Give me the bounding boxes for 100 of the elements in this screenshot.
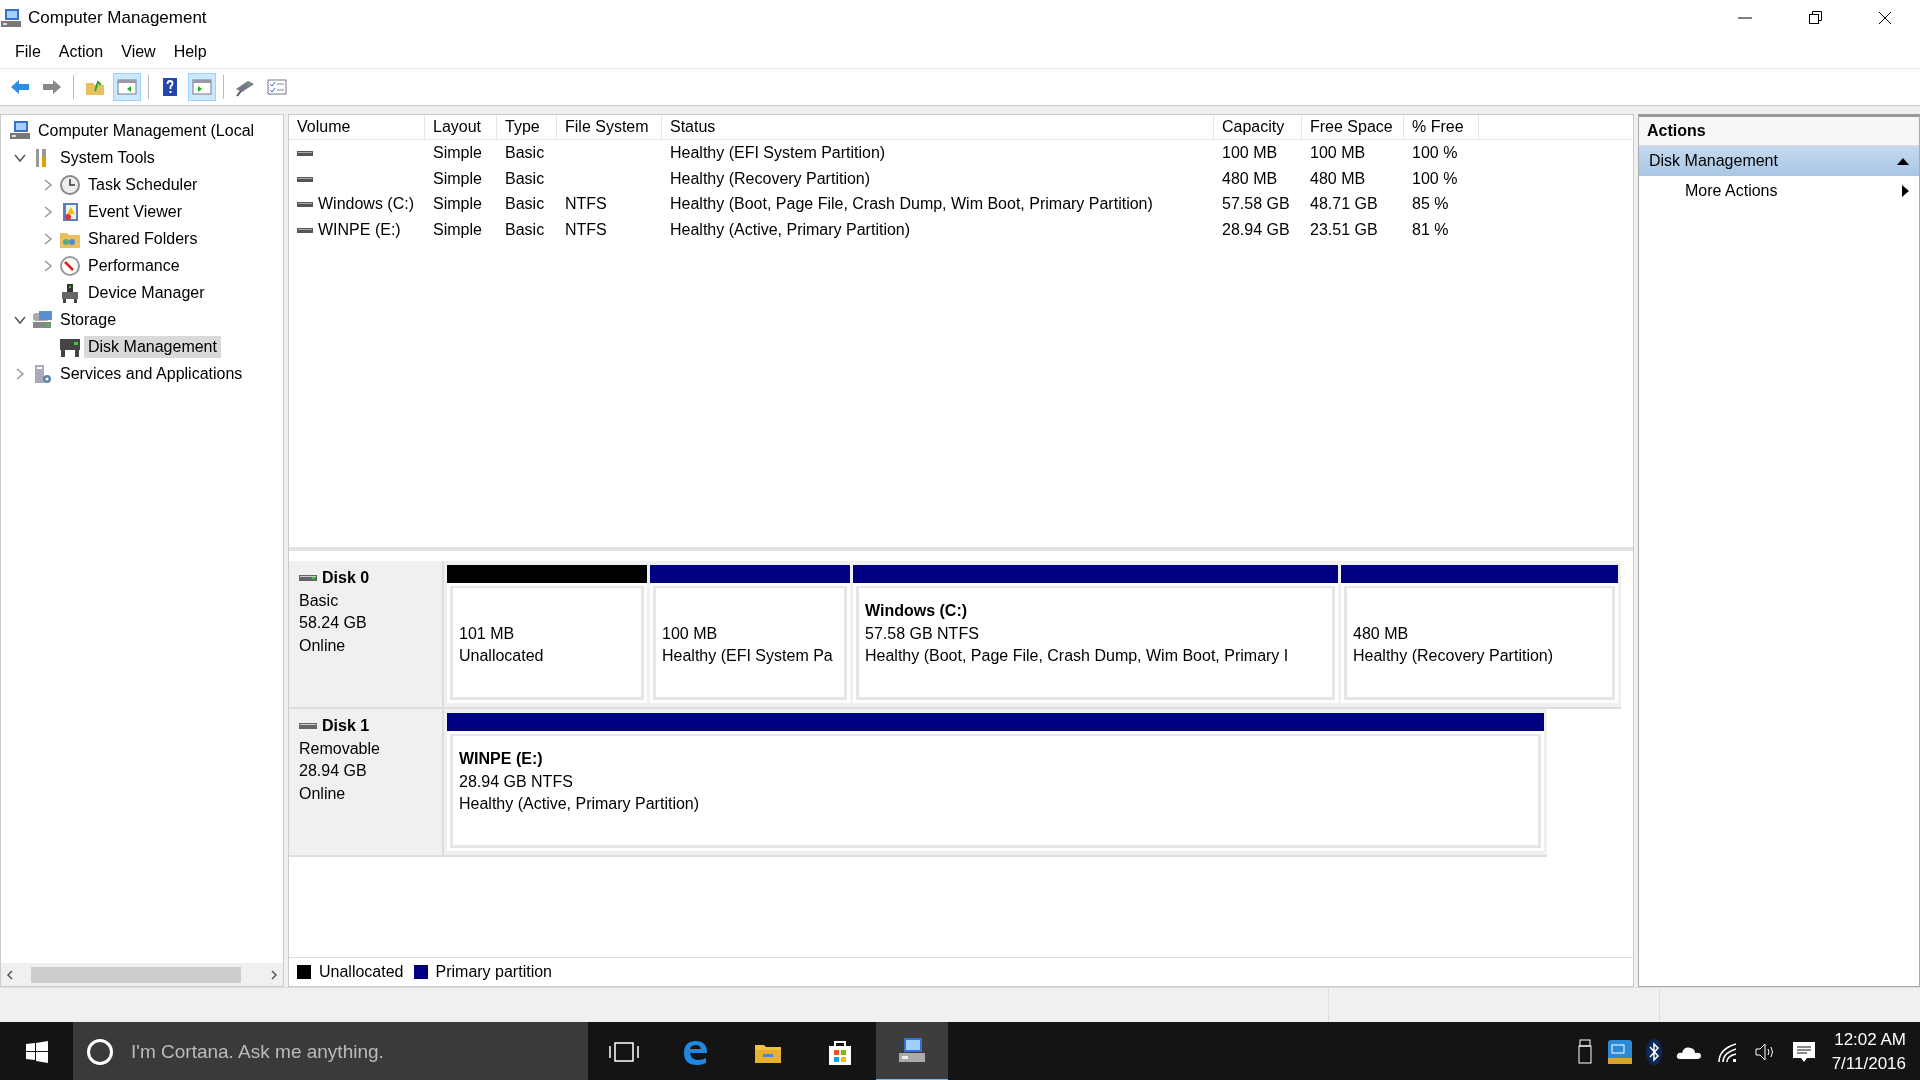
folder-up-icon xyxy=(85,77,105,97)
tree-item[interactable]: System Tools xyxy=(56,146,159,169)
table-cell: Basic xyxy=(505,143,545,162)
table-cell: Windows (C:) xyxy=(318,195,414,214)
tree-item[interactable]: Storage xyxy=(56,308,121,331)
search-field[interactable]: I'm Cortana. Ask me anything. xyxy=(129,1040,553,1064)
table-cell: 48.71 GB xyxy=(1310,195,1378,214)
table-cell: Healthy (Boot, Page File, Crash Dump, Wim Boot, Primary Partition) xyxy=(670,195,1153,214)
section-label: Disk Management xyxy=(1649,152,1778,170)
expand-chevron-icon[interactable] xyxy=(42,178,54,191)
partition-size: 100 MB xyxy=(662,623,719,644)
tree-item[interactable]: Event Viewer xyxy=(84,200,186,223)
expand-chevron-icon[interactable] xyxy=(42,259,54,272)
scroll-left-icon[interactable] xyxy=(5,970,15,980)
forward-arrow-icon xyxy=(42,77,62,97)
disk-type: Removable xyxy=(299,738,381,759)
partition-size: 57.58 GB NTFS xyxy=(865,623,980,644)
tree-item[interactable]: Shared Folders xyxy=(84,227,202,250)
cortana-circle-icon xyxy=(85,1037,115,1067)
table-cell: Simple xyxy=(433,220,482,239)
table-cell: NTFS xyxy=(565,195,607,214)
horizontal-scrollbar[interactable] xyxy=(1,963,283,986)
expand-chevron-icon[interactable] xyxy=(14,367,26,380)
actions-title: Actions xyxy=(1639,117,1919,146)
table-cell: WINPE (E:) xyxy=(318,220,401,239)
clock-date[interactable]: 7/11/2016 xyxy=(1831,1052,1906,1076)
checklist-icon xyxy=(267,77,287,97)
tree-item[interactable]: Computer Management (Local xyxy=(34,119,259,142)
notifications-icon[interactable] xyxy=(1791,1040,1816,1064)
table-cell: 57.58 GB xyxy=(1222,195,1290,214)
menu-item[interactable]: Action xyxy=(49,39,113,65)
table-cell: 23.51 GB xyxy=(1310,220,1378,239)
disk-status: Online xyxy=(299,783,347,804)
action-label: More Actions xyxy=(1685,182,1778,200)
action-item[interactable]: More Actions xyxy=(1639,176,1919,206)
collapse-triangle-icon[interactable] xyxy=(1897,157,1909,165)
partition-size: 28.94 GB NTFS xyxy=(459,771,574,792)
tree-item[interactable]: Device Manager xyxy=(84,281,209,304)
column-header[interactable]: File System xyxy=(557,115,662,139)
partition[interactable]: WINPE (E:) 28.94 GB NTFS Healthy (Active, Primary Partition) xyxy=(447,713,1544,851)
table-cell: Healthy (Recovery Partition) xyxy=(670,169,871,188)
table-cell: 100 % xyxy=(1412,169,1458,188)
tree-item[interactable]: Disk Management xyxy=(84,335,221,358)
cortana-search-bar[interactable]: I'm Cortana. Ask me anything. xyxy=(73,1022,588,1080)
column-header[interactable]: % Free xyxy=(1404,115,1479,139)
tree-item[interactable]: Performance xyxy=(84,254,184,277)
table-cell: Simple xyxy=(433,143,482,162)
tree-item[interactable]: Services and Applications xyxy=(56,362,247,385)
gauge-icon xyxy=(59,254,81,277)
table-cell: Healthy (EFI System Partition) xyxy=(670,143,886,162)
bluetooth-icon[interactable] xyxy=(1645,1039,1662,1065)
taskbar-app-button[interactable] xyxy=(876,1022,948,1080)
expand-chevron-icon[interactable] xyxy=(42,205,54,218)
partition[interactable]: 480 MB Healthy (Recovery Partition) xyxy=(1341,565,1618,703)
usb-drive-icon[interactable] xyxy=(1577,1039,1594,1065)
partition-size: 101 MB xyxy=(459,623,516,644)
partition-status: Healthy (Recovery Partition) xyxy=(1353,646,1555,666)
expand-chevron-icon[interactable] xyxy=(42,232,54,245)
disk-size: 58.24 GB xyxy=(299,613,368,633)
table-cell: 81 % xyxy=(1412,220,1449,239)
column-header[interactable]: Free Space xyxy=(1302,115,1404,139)
scroll-right-icon[interactable] xyxy=(269,970,279,980)
column-header[interactable]: Type xyxy=(497,115,557,139)
menu-item[interactable]: Help xyxy=(164,39,216,65)
computer-icon xyxy=(9,119,31,142)
menu-item[interactable]: View xyxy=(112,39,165,65)
clock-icon xyxy=(59,173,81,196)
partition-status: Healthy (Active, Primary Partition) xyxy=(459,794,701,814)
column-header[interactable]: Status xyxy=(662,115,1214,139)
table-cell: 100 MB xyxy=(1222,143,1278,162)
scroll-thumb[interactable] xyxy=(31,967,241,983)
action-pane-icon xyxy=(192,77,212,97)
partition-size: 480 MB xyxy=(1353,623,1410,644)
table-cell: 480 MB xyxy=(1310,169,1366,188)
menu-item[interactable]: File xyxy=(6,39,50,65)
device-icon xyxy=(59,281,81,304)
column-header[interactable]: Layout xyxy=(425,115,497,139)
actions-section-header[interactable]: Disk Management xyxy=(1639,146,1919,176)
partition-status: Healthy (Boot, Page File, Crash Dump, Wim Boot, Primary I xyxy=(865,646,1290,666)
clock-time[interactable]: 12:02 AM xyxy=(1834,1028,1906,1052)
partition[interactable]: 100 MB Healthy (EFI System Pa xyxy=(650,565,850,703)
table-cell: Simple xyxy=(433,169,482,188)
storage-icon xyxy=(31,308,53,331)
tree-item[interactable]: Task Scheduler xyxy=(84,173,202,196)
legend-label: Primary partition xyxy=(435,963,552,981)
window-title: Computer Management xyxy=(28,8,208,28)
table-cell: Basic xyxy=(505,220,545,239)
intel-graphics-icon[interactable] xyxy=(1607,1040,1632,1064)
table-cell: NTFS xyxy=(565,220,607,239)
column-header[interactable]: Capacity xyxy=(1214,115,1302,139)
disk-size: 28.94 GB xyxy=(299,761,368,781)
disk-status: Online xyxy=(299,635,347,656)
table-cell: 85 % xyxy=(1412,195,1449,214)
column-header[interactable]: Volume xyxy=(289,115,425,139)
table-cell: Basic xyxy=(505,195,545,214)
console-tree-icon xyxy=(117,77,137,97)
partition[interactable]: 101 MB Unallocated xyxy=(447,565,647,703)
back-arrow-icon xyxy=(10,77,30,97)
partition[interactable]: Windows (C:) 57.58 GB NTFS Healthy (Boot, Page File, Crash Dump, Wim Boot, Primary I xyxy=(853,565,1338,703)
table-cell: 28.94 GB xyxy=(1222,220,1290,239)
